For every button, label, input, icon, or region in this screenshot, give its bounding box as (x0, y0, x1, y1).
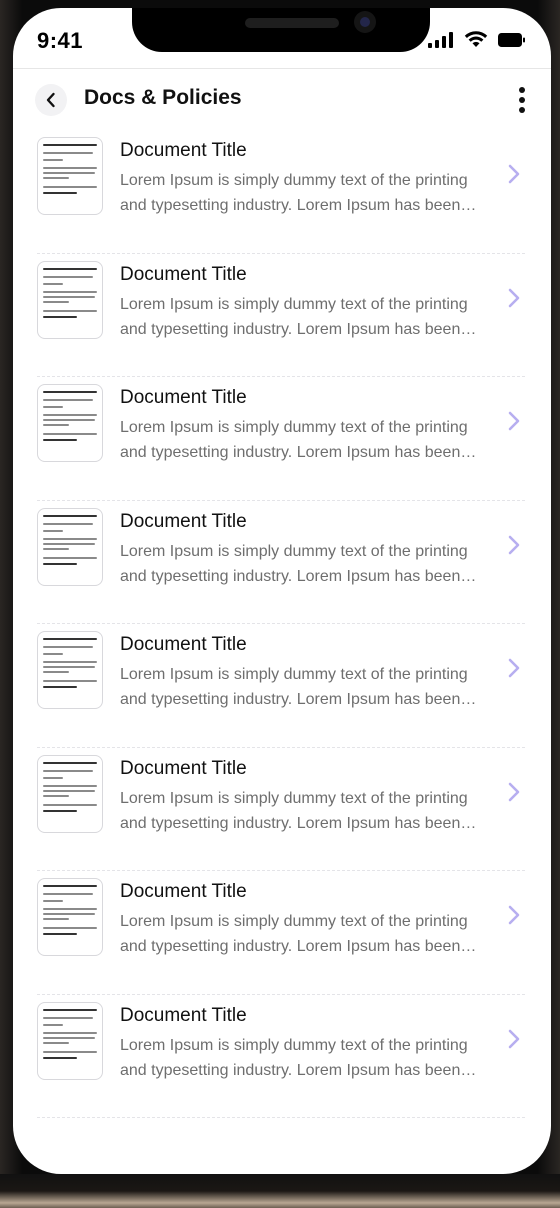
document-text: Document Title Lorem Ipsum is simply dum… (120, 881, 480, 959)
notch (132, 8, 430, 52)
document-text: Document Title Lorem Ipsum is simply dum… (120, 387, 480, 465)
screen: 9:41 Docs & Policies Document Title Lore… (13, 8, 551, 1174)
chevron-right-icon (508, 658, 520, 678)
chevron-right-icon (508, 164, 520, 184)
document-title: Document Title (120, 881, 247, 902)
document-title: Document Title (120, 1004, 247, 1026)
document-description: Lorem Ipsum is simply dummy text of the … (120, 542, 468, 585)
document-list-item[interactable]: Document Title Lorem Ipsum is simply dum… (37, 254, 525, 377)
chevron-right-icon (508, 905, 520, 925)
cellular-signal-icon (428, 31, 453, 48)
document-title: Document Title (120, 140, 247, 161)
document-thumbnail (37, 878, 103, 956)
status-divider (13, 68, 551, 69)
chevron-right-icon (508, 782, 520, 801)
document-description: Lorem Ipsum is simply dummy text of the … (120, 1036, 468, 1079)
page-title: Docs & Policies (84, 86, 242, 109)
document-title: Document Title (120, 757, 247, 779)
document-title: Document Title (120, 263, 247, 285)
chevron-right-icon (508, 535, 520, 554)
documents-list: Document Title Lorem Ipsum is simply dum… (13, 130, 551, 1118)
document-description: Lorem Ipsum is simply dummy text of the … (120, 913, 468, 955)
document-thumbnail (37, 754, 103, 833)
document-list-item[interactable]: Document Title Lorem Ipsum is simply dum… (37, 995, 525, 1118)
chevron-right-icon (508, 411, 520, 431)
camera (354, 11, 376, 33)
header: Docs & Policies (13, 82, 551, 126)
document-description: Lorem Ipsum is simply dummy text of the … (120, 295, 468, 338)
document-thumbnail (37, 137, 103, 215)
document-description: Lorem Ipsum is simply dummy text of the … (120, 172, 468, 214)
document-title: Document Title (120, 634, 247, 655)
document-list-item[interactable]: Document Title Lorem Ipsum is simply dum… (37, 501, 525, 624)
document-description: Lorem Ipsum is simply dummy text of the … (120, 666, 468, 708)
back-button[interactable] (35, 84, 67, 116)
more-vertical-icon (519, 87, 525, 113)
document-list-item[interactable]: Document Title Lorem Ipsum is simply dum… (37, 130, 525, 254)
document-description: Lorem Ipsum is simply dummy text of the … (120, 419, 468, 461)
document-list-item[interactable]: Document Title Lorem Ipsum is simply dum… (37, 871, 525, 995)
phone-frame: 9:41 Docs & Policies Document Title Lore… (0, 0, 560, 1208)
document-thumbnail (37, 507, 103, 586)
status-time: 9:41 (37, 28, 84, 53)
document-title: Document Title (120, 387, 247, 408)
document-thumbnail (37, 631, 103, 709)
document-description: Lorem Ipsum is simply dummy text of the … (120, 789, 468, 832)
document-thumbnail (37, 260, 103, 339)
status-icons (428, 31, 525, 48)
document-list-item[interactable]: Document Title Lorem Ipsum is simply dum… (37, 377, 525, 501)
document-title: Document Title (120, 510, 247, 532)
document-text: Document Title Lorem Ipsum is simply dum… (120, 634, 480, 712)
chevron-right-icon (508, 288, 520, 307)
document-text: Document Title Lorem Ipsum is simply dum… (120, 1005, 480, 1083)
speaker (245, 18, 339, 28)
document-text: Document Title Lorem Ipsum is simply dum… (120, 264, 480, 342)
document-text: Document Title Lorem Ipsum is simply dum… (120, 140, 480, 218)
document-text: Document Title Lorem Ipsum is simply dum… (120, 758, 480, 836)
document-thumbnail (37, 1001, 103, 1080)
more-options-button[interactable] (513, 84, 531, 116)
document-text: Document Title Lorem Ipsum is simply dum… (120, 511, 480, 589)
battery-icon (498, 32, 525, 47)
document-thumbnail (37, 384, 103, 462)
phone-bezel (0, 1174, 560, 1208)
wifi-icon (464, 31, 488, 47)
chevron-left-icon (46, 92, 55, 108)
chevron-right-icon (508, 1029, 520, 1048)
document-list-item[interactable]: Document Title Lorem Ipsum is simply dum… (37, 748, 525, 871)
document-list-item[interactable]: Document Title Lorem Ipsum is simply dum… (37, 624, 525, 748)
